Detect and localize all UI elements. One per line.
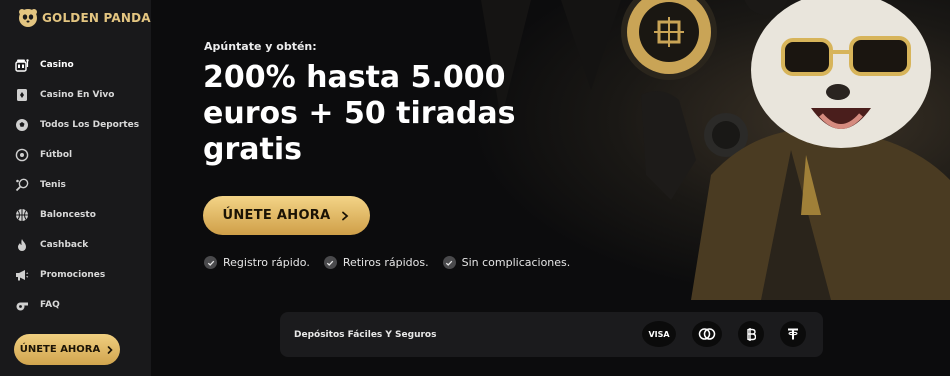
soccer-ball-icon (15, 118, 29, 132)
sidebar-nav: Casino Casino En Vivo Todos Los Deportes… (0, 50, 151, 320)
football-icon (15, 148, 29, 162)
chevron-right-icon (342, 211, 349, 220)
sidebar-item-futbol[interactable]: Fútbol (0, 140, 151, 170)
sidebar-item-tenis[interactable]: Tenis (0, 170, 151, 200)
sidebar-item-casino-en-vivo[interactable]: Casino En Vivo (0, 80, 151, 110)
sidebar-item-todos-los-deportes[interactable]: Todos Los Deportes (0, 110, 151, 140)
sidebar-item-cashback[interactable]: Cashback (0, 230, 151, 260)
poker-chip-icon (621, 0, 717, 80)
visa-icon: VISA (642, 321, 676, 347)
fire-icon (15, 238, 29, 252)
benefit-item: Sin complicaciones. (442, 256, 571, 269)
slot-machine-icon (15, 58, 29, 72)
benefit-item: Registro rápido. (204, 256, 310, 269)
benefit-label: Registro rápido. (223, 256, 310, 269)
sidebar-join-label: ÚNETE AHORA (19, 344, 101, 355)
check-icon (323, 256, 337, 269)
basketball-icon (15, 208, 29, 222)
whistle-icon (15, 298, 29, 312)
payment-icons: VISA (642, 321, 806, 347)
benefit-item: Retiros rápidos. (323, 256, 429, 269)
brand-name: GOLDEN PANDA (42, 11, 151, 25)
check-icon (442, 256, 456, 269)
benefit-list: Registro rápido. Retiros rápidos. Sin co… (204, 256, 570, 269)
sidebar-item-casino[interactable]: Casino (0, 50, 151, 80)
sidebar-item-label: Todos Los Deportes (40, 120, 140, 130)
sidebar-item-baloncesto[interactable]: Baloncesto (0, 200, 151, 230)
sidebar-item-label: Cashback (40, 240, 89, 250)
playing-card-icon (15, 88, 29, 102)
benefit-label: Sin complicaciones. (461, 256, 571, 269)
brand-logo[interactable]: GOLDEN PANDA (18, 8, 151, 28)
sidebar-item-label: Tenis (40, 180, 66, 190)
sidebar-item-label: Baloncesto (40, 210, 96, 220)
panda-logo-icon (19, 9, 37, 27)
hero-headline: 200% hasta 5.000 euros + 50 tiradas grat… (203, 60, 516, 167)
hero-join-button[interactable]: ÚNETE AHORA (203, 196, 370, 235)
check-icon (204, 256, 217, 269)
sidebar-item-label: Promociones (40, 270, 106, 280)
chevron-right-icon (107, 345, 113, 354)
sidebar-item-label: FAQ (40, 300, 60, 310)
tether-icon (780, 321, 806, 347)
sidebar-item-promociones[interactable]: Promociones (0, 260, 151, 290)
hero-eyebrow: Apúntate y obtén: (204, 40, 317, 53)
hero-join-label: ÚNETE AHORA (222, 208, 331, 223)
sidebar-item-label: Casino (40, 60, 74, 70)
sidebar-item-label: Fútbol (40, 150, 73, 160)
mastercard-icon (692, 321, 722, 347)
sidebar: GOLDEN PANDA Casino Casino En Vivo Todos… (0, 0, 151, 376)
benefit-label: Retiros rápidos. (342, 256, 429, 269)
sidebar-item-faq[interactable]: FAQ (0, 290, 151, 320)
payments-label: Depósitos Fáciles Y Seguros (294, 329, 437, 340)
bitcoin-icon (738, 321, 764, 347)
tennis-racket-icon (15, 178, 29, 192)
hero-banner: Apúntate y obtén: 200% hasta 5.000 euros… (151, 0, 950, 300)
megaphone-icon (15, 268, 29, 282)
sidebar-join-button[interactable]: ÚNETE AHORA (14, 334, 120, 365)
payment-methods-bar: Depósitos Fáciles Y Seguros VISA (280, 312, 823, 357)
visa-label: VISA (648, 329, 670, 339)
sidebar-item-label: Casino En Vivo (40, 90, 115, 100)
